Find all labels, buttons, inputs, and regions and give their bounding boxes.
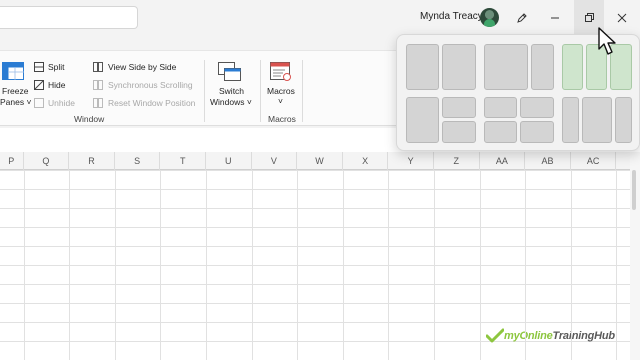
ribbon-separator [204, 60, 205, 122]
freeze-panes-label-2[interactable]: Panes ˅ [0, 97, 31, 107]
unhide-icon [34, 98, 44, 108]
switch-windows-label-2[interactable]: Windows ˅ [210, 97, 252, 107]
grid-column-line [69, 170, 71, 360]
column-header[interactable]: AC [571, 152, 617, 170]
column-header[interactable]: P [0, 152, 24, 170]
column-header[interactable]: W [297, 152, 343, 170]
snap-zone[interactable] [406, 44, 439, 90]
snap-zone[interactable] [582, 97, 612, 143]
brand-text-green: myOnline [504, 330, 553, 342]
hide-button[interactable]: Hide [48, 80, 65, 90]
reset-window-position-button[interactable]: Reset Window Position [108, 98, 195, 108]
snap-zone[interactable] [562, 44, 583, 90]
hide-icon [34, 80, 44, 90]
column-header[interactable]: V [252, 152, 298, 170]
macros-dropdown[interactable]: ˅ [278, 96, 283, 106]
reset-window-position-icon [93, 98, 103, 108]
snap-layout-two-wide-narrow[interactable] [484, 44, 554, 90]
unhide-button[interactable]: Unhide [48, 98, 75, 108]
excel-window: Mynda Treacy Freeze Panes ˅ Split Hide U… [0, 0, 640, 360]
grid-column-line [297, 170, 299, 360]
grid-column-line [570, 170, 572, 360]
ribbon-separator [260, 60, 261, 122]
split-button[interactable]: Split [48, 62, 65, 72]
grid-column-line [388, 170, 390, 360]
snap-layout-three-narrow-columns[interactable] [562, 97, 632, 143]
snap-zone[interactable] [562, 97, 579, 143]
synchronous-scrolling-icon [93, 80, 103, 90]
snap-zone[interactable] [406, 97, 439, 143]
macros-group-label: Macros [268, 114, 296, 124]
close-icon[interactable] [612, 8, 632, 28]
snap-zone[interactable] [442, 44, 476, 90]
ribbon-separator [302, 60, 303, 122]
grid-column-line [616, 170, 618, 360]
snap-zone[interactable] [615, 97, 632, 143]
snap-zone[interactable] [520, 97, 554, 118]
view-side-by-side-button[interactable]: View Side by Side [108, 62, 176, 72]
checkmark-logo-icon [486, 328, 504, 343]
window-group-label: Window [74, 114, 105, 124]
column-header-row: P Q R S T U V W X Y Z AA AB AC [0, 152, 640, 170]
snap-layout-four-quadrants[interactable] [484, 97, 554, 143]
column-header[interactable]: X [343, 152, 389, 170]
snap-zone[interactable] [442, 121, 476, 143]
grid-column-line [479, 170, 481, 360]
snap-zone[interactable] [484, 121, 517, 143]
brand-text-dark: TrainingHub [552, 330, 616, 342]
grid-column-line [160, 170, 162, 360]
brand-text: myOnlineTrainingHub [504, 330, 615, 342]
grid-column-line [206, 170, 207, 360]
column-header[interactable]: T [160, 152, 206, 170]
switch-windows-icon[interactable] [218, 62, 242, 82]
grid-column-line [434, 170, 435, 360]
avatar[interactable] [480, 8, 499, 27]
view-side-by-side-icon [93, 62, 103, 72]
synchronous-scrolling-button[interactable]: Synchronous Scrolling [108, 80, 193, 90]
snap-zone[interactable] [442, 97, 476, 118]
snap-zone[interactable] [484, 44, 528, 90]
snap-zone[interactable] [531, 44, 554, 90]
snap-zone[interactable] [484, 97, 517, 118]
macros-label[interactable]: Macros [267, 86, 295, 96]
title-bar: Mynda Treacy [0, 0, 640, 36]
restore-icon [585, 13, 594, 22]
column-header[interactable]: AB [525, 152, 571, 170]
column-header[interactable]: Z [434, 152, 480, 170]
snap-zone[interactable] [520, 121, 554, 143]
mouse-cursor-icon [598, 27, 616, 55]
grid-column-line [114, 170, 116, 360]
grid-column-line [525, 170, 527, 360]
switch-windows-label[interactable]: Switch [219, 86, 244, 96]
minimize-icon[interactable] [545, 8, 565, 28]
snap-layout-two-equal[interactable] [406, 44, 476, 90]
macros-icon[interactable] [270, 62, 292, 82]
column-header[interactable]: AA [480, 152, 526, 170]
search-box[interactable] [0, 6, 138, 29]
pen-icon[interactable] [512, 8, 532, 28]
column-header[interactable]: R [69, 152, 115, 170]
freeze-panes-icon[interactable] [2, 62, 24, 80]
user-name[interactable]: Mynda Treacy [420, 11, 483, 22]
freeze-panes-label[interactable]: Freeze [2, 86, 28, 96]
column-header[interactable]: U [206, 152, 252, 170]
grid-column-line [251, 170, 253, 360]
grid-column-line [342, 170, 344, 360]
grid-column-line [23, 170, 25, 360]
snap-layout-three-columns[interactable] [562, 44, 632, 90]
snap-layout-left-and-two-stacked[interactable] [406, 97, 476, 143]
column-header[interactable]: Q [24, 152, 70, 170]
column-header[interactable]: Y [388, 152, 434, 170]
scrollbar-thumb[interactable] [632, 170, 636, 210]
column-header[interactable]: S [115, 152, 161, 170]
split-icon [34, 62, 44, 72]
